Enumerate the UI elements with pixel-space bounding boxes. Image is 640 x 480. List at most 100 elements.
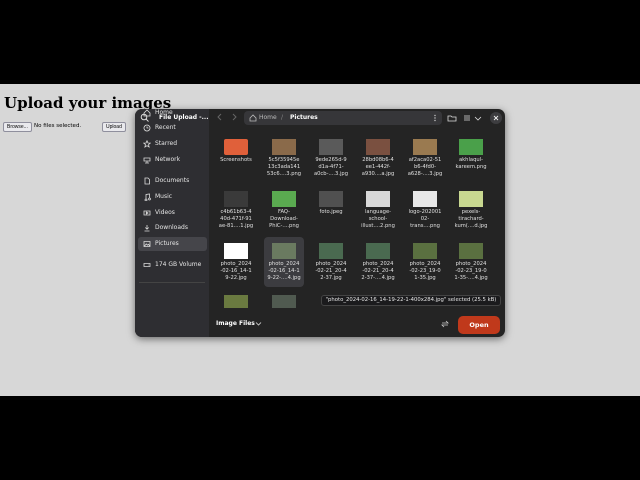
file-type-filter[interactable]: Image Files [216,320,255,327]
selection-status: "photo_2024-02-16_14-19-22-1-400x284.jpg… [321,295,501,306]
image-thumbnail [272,295,296,308]
image-thumbnail [413,139,437,155]
path-bar[interactable]: Home / Pictures [244,111,442,125]
image-thumbnail [459,191,483,207]
file-item[interactable] [264,289,304,308]
new-folder-icon[interactable] [447,113,457,123]
image-thumbnail [224,295,248,308]
dialog-footer: Image Files Open [209,311,505,337]
file-item[interactable]: language- school- illust....2.png [358,185,398,235]
file-name: photo_2024 -02-23_19-0 1-35-....4.jpg [454,261,488,281]
image-thumbnail [366,139,390,155]
file-name: logo-202001 02- trans....png [408,209,442,229]
no-file-selected-text: No files selected. [34,123,82,129]
sidebar-item-music[interactable]: Music [138,190,207,204]
close-button[interactable] [490,112,502,124]
file-item[interactable]: af2aca02-51 b6-4fd0- a628-....3.jpg [405,133,445,183]
file-name: 5c5f35945e 13c3ada141 53c6....3.png [266,157,302,177]
file-name: 9ede265d-9 d1a-4f71- a0cb-....3.jpg [313,157,349,177]
image-thumbnail [319,243,343,259]
star-icon [143,140,151,148]
image-thumbnail [319,139,343,155]
file-name: foto.jpeg [319,209,343,215]
file-item[interactable]: pexels- tirachard- kum(....d.jpg [451,185,491,235]
sidebar-item-label: Videos [155,209,175,216]
file-item[interactable]: photo_2024 -02-16_14-1 9-22-....4.jpg [264,237,304,287]
file-item[interactable] [216,289,256,308]
kebab-menu-icon[interactable] [432,114,438,122]
sidebar-item-network[interactable]: Network [138,153,207,167]
sidebar-item-documents[interactable]: Documents [138,174,207,188]
image-thumbnail [224,243,248,259]
path-current-folder[interactable]: Pictures [290,114,318,121]
image-thumbnail [224,191,248,207]
file-item[interactable]: 28bd08b6-4 ee1-442f- a930....a.jpg [358,133,398,183]
back-arrow-icon[interactable] [215,112,225,122]
file-name: af2aca02-51 b6-4fd0- a628-....3.jpg [407,157,443,177]
upload-button[interactable]: Upload [102,122,126,132]
file-item[interactable]: photo_2024 -02-21_20-4 2-37-....4.jpg [358,237,398,287]
clock-icon [143,124,151,132]
file-item[interactable]: 9ede265d-9 d1a-4f71- a0cb-....3.jpg [311,133,351,183]
path-home[interactable]: Home [259,114,277,121]
file-item[interactable]: akhlaqul- kareem.png [451,133,491,183]
close-icon [493,115,499,121]
forward-arrow-icon[interactable] [229,112,239,122]
file-item[interactable]: foto.jpeg [311,185,351,235]
file-item[interactable]: photo_2024 -02-23_19-0 1-35.jpg [405,237,445,287]
sidebar-item-videos[interactable]: Videos [138,206,207,220]
drive-icon [143,263,151,267]
image-thumbnail [366,191,390,207]
sidebar-item-label: Home [155,109,173,116]
image-thumbnail [272,191,296,207]
browse-button[interactable]: Browse... [3,122,32,132]
sidebar-item-label: Network [155,156,181,163]
image-icon [143,241,151,247]
sidebar-item-174-gb-volume[interactable]: 174 GB Volume [138,258,207,272]
sidebar-item-pictures[interactable]: Pictures [138,237,207,251]
chevron-down-icon[interactable] [255,320,262,327]
document-icon [144,177,150,185]
file-name: photo_2024 -02-23_19-0 1-35.jpg [409,261,441,281]
file-name: photo_2024 -02-16_14-1 9-22-....4.jpg [267,261,301,281]
download-icon [144,225,150,232]
file-name: language- school- illust....2.png [361,209,395,229]
file-name: 28bd08b6-4 ee1-442f- a930....a.jpg [361,157,395,177]
file-item[interactable]: c4b61b63-4 40d-471f-91 ae-81....1.jpg [216,185,256,235]
image-thumbnail [459,139,483,155]
image-thumbnail [413,191,437,207]
sidebar-item-downloads[interactable]: Downloads [138,221,207,235]
image-thumbnail [366,243,390,259]
open-button[interactable]: Open [458,316,500,334]
sidebar-item-label: Documents [155,177,190,184]
file-item[interactable]: logo-202001 02- trans....png [405,185,445,235]
home-icon [249,114,257,122]
sidebar-item-home[interactable]: Home [138,109,207,120]
image-thumbnail [319,191,343,207]
sidebar-item-label: Music [155,193,173,200]
sidebar-item-label: Starred [155,140,178,147]
places-sidebar: File Upload -... Home Recent Starred Networ… [135,109,209,337]
sidebar-item-label: Pictures [155,240,179,247]
file-name: photo_2024 -02-16_14-1 9-22.jpg [220,261,252,281]
image-thumbnail [459,243,483,259]
music-icon [144,193,151,201]
folder-item[interactable]: Screenshots [216,133,256,183]
file-name: akhlaqul- kareem.png [455,157,487,170]
sidebar-item-recent[interactable]: Recent [138,121,207,135]
sidebar-divider [139,282,205,283]
file-item[interactable]: photo_2024 -02-21_20-4 2-37.jpg [311,237,351,287]
file-grid: Screenshots 5c5f35945e 13c3ada141 53c6...… [209,133,505,308]
swap-arrows-icon[interactable] [441,320,449,328]
sidebar-item-starred[interactable]: Starred [138,137,207,151]
browser-viewport: Upload your images Browse... No files se… [0,84,640,396]
chevron-down-icon[interactable] [473,113,483,123]
list-view-icon[interactable] [463,113,473,123]
sidebar-item-label: 174 GB Volume [155,261,202,268]
file-item[interactable]: photo_2024 -02-23_19-0 1-35-....4.jpg [451,237,491,287]
file-item[interactable]: FAQ- Download- PhiC-....png [264,185,304,235]
file-item[interactable]: photo_2024 -02-16_14-1 9-22.jpg [216,237,256,287]
file-item[interactable]: 5c5f35945e 13c3ada141 53c6....3.png [264,133,304,183]
network-icon [143,157,151,164]
file-name: pexels- tirachard- kum(....d.jpg [454,209,488,229]
